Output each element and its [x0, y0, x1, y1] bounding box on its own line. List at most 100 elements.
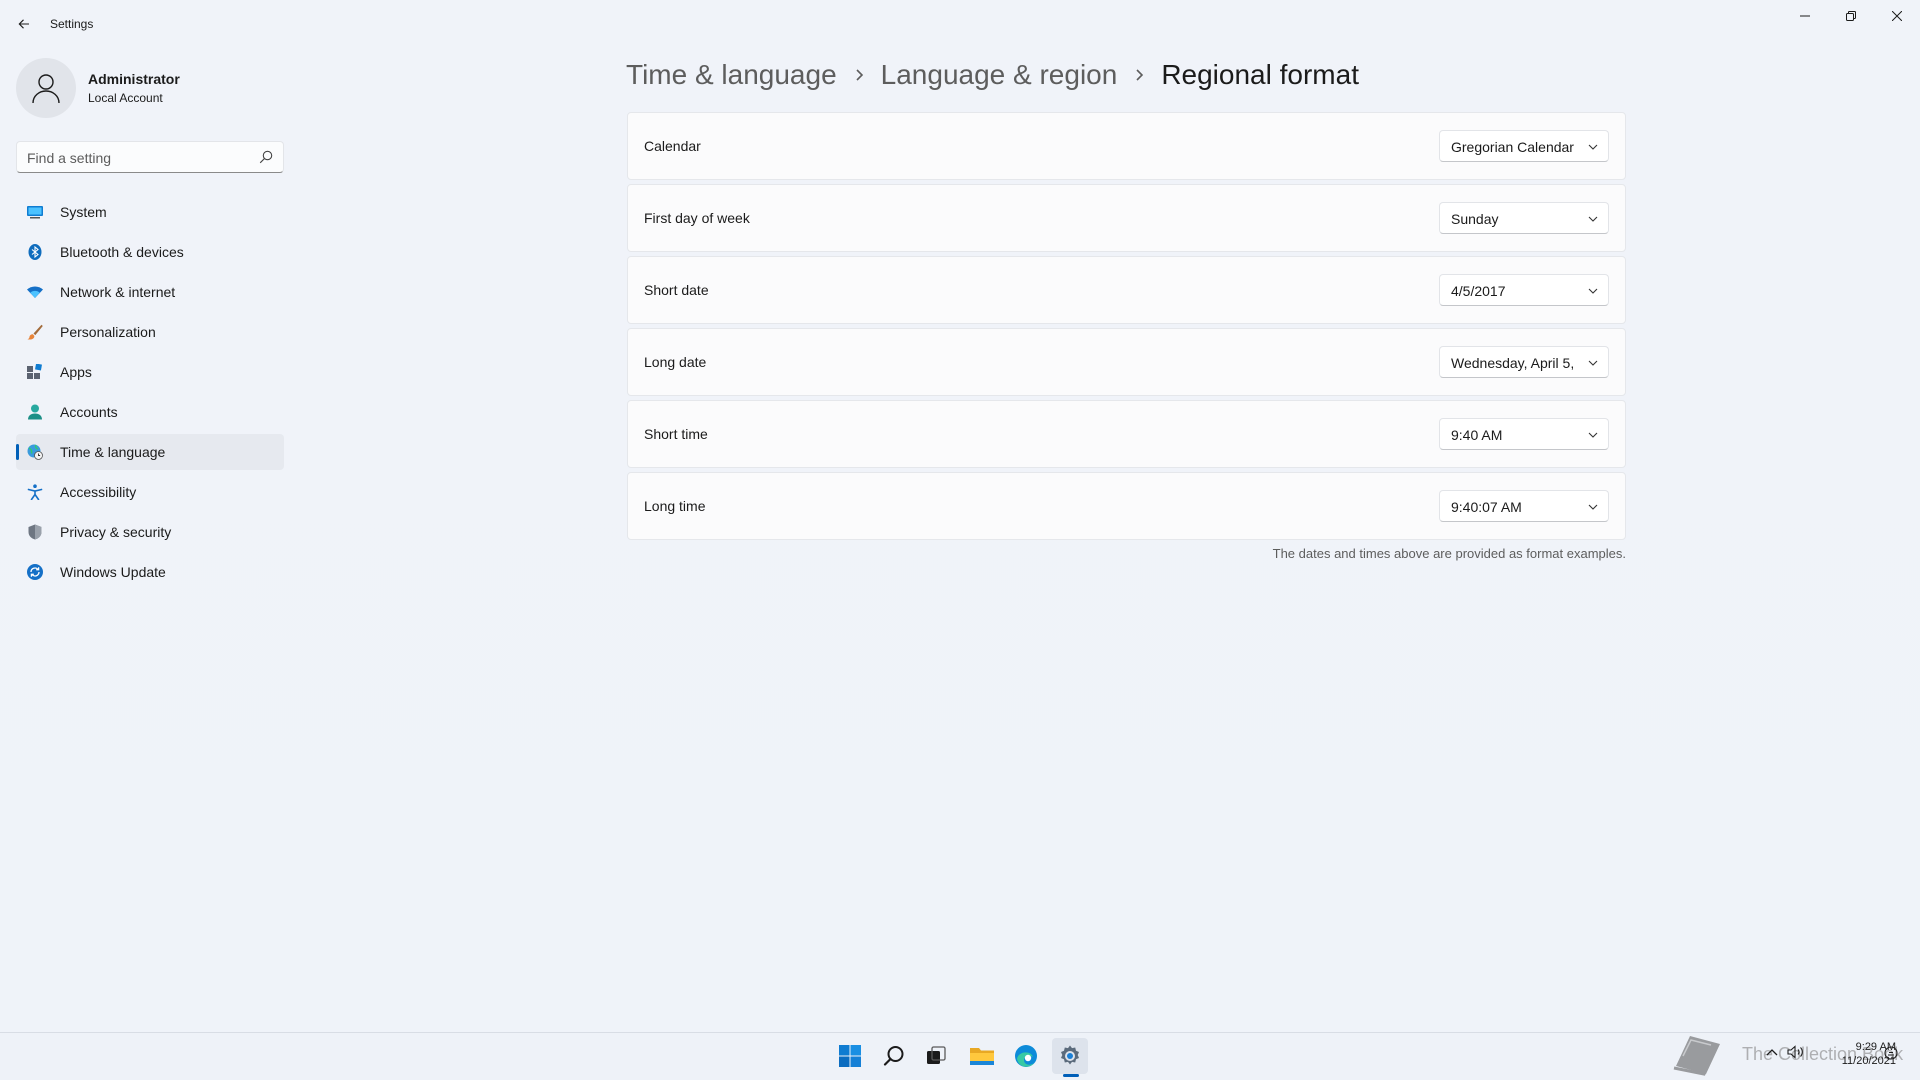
breadcrumb-separator	[837, 68, 881, 82]
chevron-right-icon	[856, 69, 863, 81]
sidebar-item-label: Time & language	[60, 444, 166, 460]
chevron-up-icon	[1766, 1049, 1778, 1056]
sidebar-item-label: Network & internet	[60, 284, 176, 300]
short-date-dropdown[interactable]: 4/5/2017	[1439, 274, 1609, 306]
breadcrumb-separator	[1117, 68, 1161, 82]
minimize-button[interactable]	[1782, 0, 1828, 32]
calendar-dropdown[interactable]: Gregorian Calendar	[1439, 130, 1609, 162]
sidebar-item-label: Apps	[60, 364, 92, 380]
show-hidden-icons-button[interactable]	[1764, 1044, 1780, 1060]
book-logo-icon	[1673, 1036, 1720, 1076]
restore-button[interactable]	[1828, 0, 1874, 32]
settings-app-button[interactable]	[1052, 1038, 1088, 1074]
start-button[interactable]	[832, 1038, 868, 1074]
minimize-icon	[1800, 15, 1810, 17]
close-button[interactable]	[1874, 0, 1920, 32]
user-icon	[32, 74, 60, 104]
wifi-icon	[27, 286, 43, 298]
sidebar-item-time-language[interactable]: Time & language	[16, 434, 284, 470]
setting-card-calendar: Calendar Gregorian Calendar	[627, 112, 1626, 180]
back-button[interactable]	[10, 10, 38, 38]
setting-label: Short time	[644, 426, 708, 442]
search-input[interactable]	[27, 148, 247, 168]
sidebar-item-personalization[interactable]: Personalization	[16, 314, 284, 350]
taskbar	[0, 1032, 1920, 1080]
active-app-indicator	[1063, 1074, 1079, 1077]
search-box[interactable]	[16, 141, 284, 173]
chevron-down-icon	[1588, 288, 1598, 294]
setting-card-long-time: Long time 9:40:07 AM	[627, 472, 1626, 540]
sidebar-item-label: Accessibility	[60, 484, 137, 500]
long-time-dropdown[interactable]: 9:40:07 AM	[1439, 490, 1609, 522]
sidebar-item-label: Bluetooth & devices	[60, 244, 184, 260]
sidebar-item-label: Accounts	[60, 404, 118, 420]
update-icon	[27, 564, 43, 580]
file-explorer-button[interactable]	[964, 1038, 1000, 1074]
short-time-dropdown[interactable]: 9:40 AM	[1439, 418, 1609, 450]
dropdown-value: Gregorian Calendar	[1451, 139, 1574, 155]
chevron-right-icon	[1136, 69, 1144, 81]
taskbar-search-button[interactable]	[876, 1038, 912, 1074]
dropdown-value: 4/5/2017	[1451, 283, 1506, 299]
search-icon[interactable]	[259, 150, 273, 164]
sidebar-item-system[interactable]: System	[16, 194, 284, 230]
task-view-button[interactable]	[918, 1038, 954, 1074]
chevron-down-icon	[1588, 504, 1598, 510]
globe-clock-icon	[27, 444, 43, 460]
close-icon	[1892, 11, 1902, 21]
search-icon	[883, 1046, 904, 1066]
dropdown-value: Wednesday, April 5,	[1451, 355, 1575, 371]
chevron-down-icon	[1588, 144, 1598, 150]
sidebar-item-bluetooth[interactable]: Bluetooth & devices	[16, 234, 284, 270]
system-icon	[27, 206, 43, 219]
edge-button[interactable]	[1008, 1038, 1044, 1074]
notification-icon	[1884, 1046, 1898, 1060]
brush-icon	[27, 324, 43, 340]
sidebar-item-apps[interactable]: Apps	[16, 354, 284, 390]
sidebar-item-windows-update[interactable]: Windows Update	[16, 554, 284, 590]
chevron-down-icon	[1588, 216, 1598, 222]
sidebar-item-label: Privacy & security	[60, 524, 172, 540]
setting-card-short-time: Short time 9:40 AM	[627, 400, 1626, 468]
volume-button[interactable]	[1786, 1044, 1806, 1060]
setting-label: Calendar	[644, 138, 701, 154]
setting-label: Short date	[644, 282, 709, 298]
notifications-button[interactable]	[1882, 1044, 1900, 1062]
apps-icon	[27, 364, 42, 379]
setting-label: Long time	[644, 498, 706, 514]
dropdown-value: 9:40 AM	[1451, 427, 1503, 443]
sidebar-item-privacy[interactable]: Privacy & security	[16, 514, 284, 550]
accessibility-icon	[27, 484, 43, 500]
dropdown-value: Sunday	[1451, 211, 1499, 227]
back-arrow-icon	[18, 19, 29, 29]
settings-window: Settings Administrator Local Account Fin…	[0, 0, 1920, 1032]
app-title: Settings	[50, 17, 94, 31]
dropdown-value: 9:40:07 AM	[1451, 499, 1522, 515]
breadcrumb: Time & language Language & region Region…	[626, 55, 1359, 95]
sidebar-item-label: System	[60, 204, 107, 220]
sidebar-item-accounts[interactable]: Accounts	[16, 394, 284, 430]
sidebar-item-accessibility[interactable]: Accessibility	[16, 474, 284, 510]
setting-label: Long date	[644, 354, 707, 370]
breadcrumb-language-region[interactable]: Language & region	[881, 59, 1118, 91]
speaker-icon	[1787, 1045, 1803, 1059]
sidebar-item-network[interactable]: Network & internet	[16, 274, 284, 310]
restore-icon	[1846, 11, 1856, 21]
setting-card-first-day: First day of week Sunday	[627, 184, 1626, 252]
sidebar-nav: System Bluetooth & devices Network & int…	[16, 194, 284, 594]
avatar[interactable]	[16, 58, 76, 118]
title-bar: Settings	[0, 0, 1920, 48]
task-view-icon	[927, 1046, 946, 1064]
long-date-dropdown[interactable]: Wednesday, April 5,	[1439, 346, 1609, 378]
sidebar-item-label: Windows Update	[60, 564, 166, 580]
sidebar-item-label: Personalization	[60, 324, 156, 340]
page-title: Regional format	[1161, 59, 1359, 90]
shield-icon	[28, 524, 42, 540]
format-examples-note: The dates and times above are provided a…	[1272, 546, 1626, 561]
bluetooth-icon	[28, 244, 42, 260]
chevron-down-icon	[1588, 360, 1598, 366]
breadcrumb-time-language[interactable]: Time & language	[626, 59, 837, 91]
start-icon	[839, 1045, 861, 1067]
first-day-dropdown[interactable]: Sunday	[1439, 202, 1609, 234]
user-name: Administrator	[88, 71, 180, 87]
